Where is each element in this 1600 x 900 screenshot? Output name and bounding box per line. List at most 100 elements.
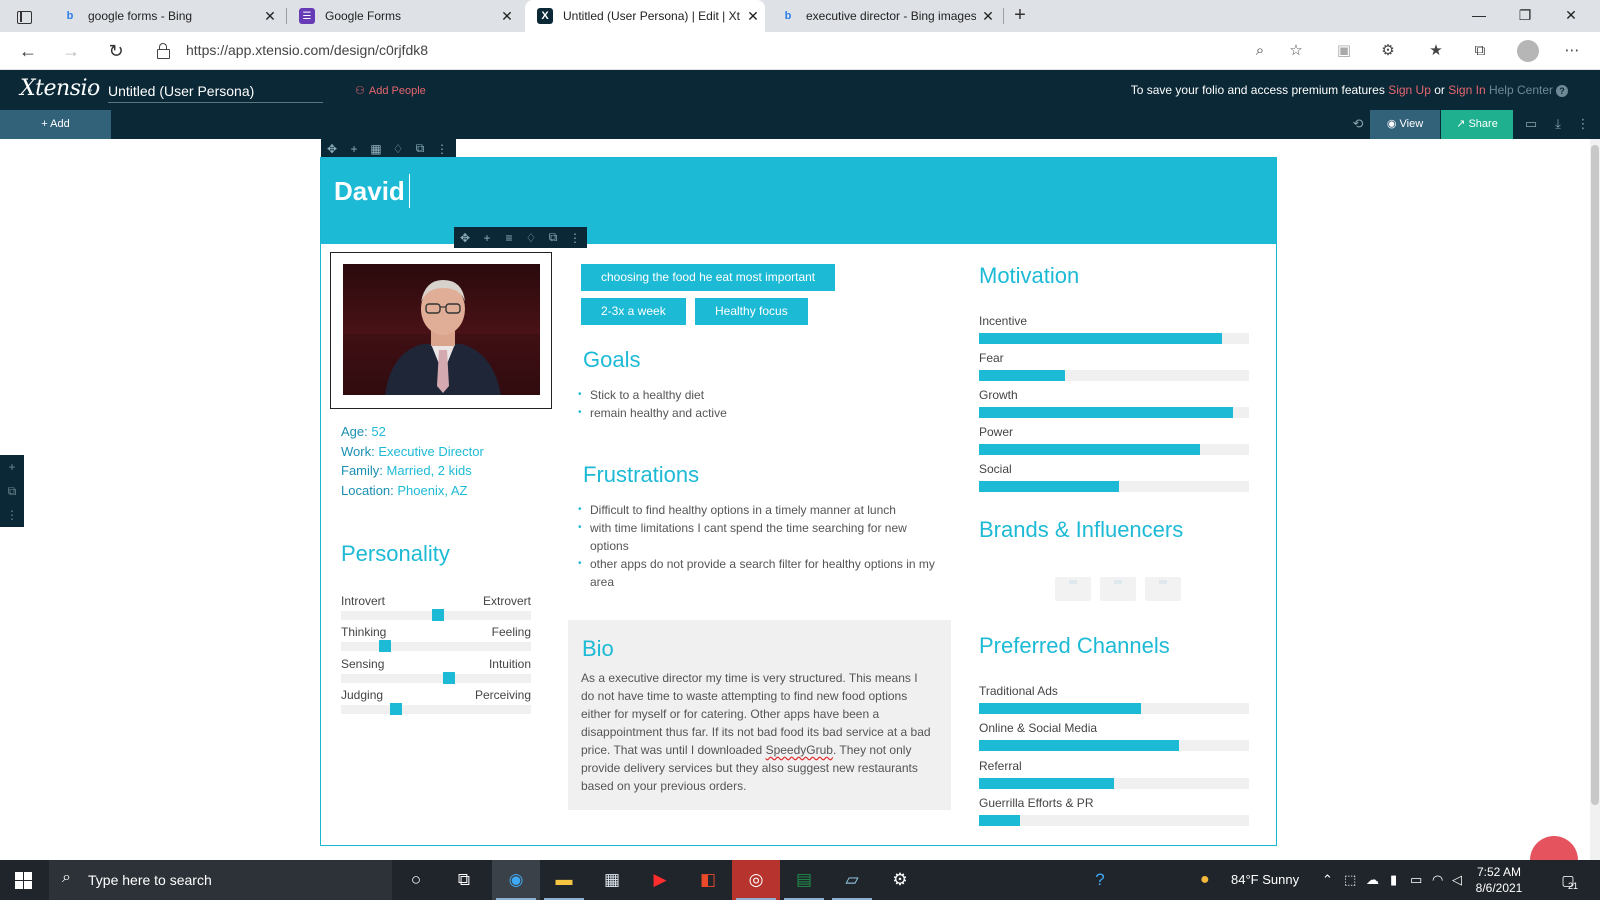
duplicate-icon[interactable]: ⧉ xyxy=(0,479,24,503)
collections-icon[interactable]: ⧉ xyxy=(1468,40,1492,62)
channels-title[interactable]: Preferred Channels xyxy=(979,633,1170,659)
onedrive-icon[interactable]: ☁ xyxy=(1366,860,1379,900)
browser-tab[interactable]: ☰ Google Forms ✕ xyxy=(287,0,519,32)
add-icon[interactable]: + xyxy=(476,231,498,245)
slider-knob[interactable] xyxy=(443,672,455,684)
extension-icon[interactable]: ▣ xyxy=(1332,40,1356,62)
forward-icon[interactable]: → xyxy=(57,38,85,66)
slider-knob[interactable] xyxy=(432,609,444,621)
persona-tag[interactable]: Healthy focus xyxy=(695,298,808,325)
help-center-link[interactable]: Help Center xyxy=(1489,83,1553,97)
weather-sun-icon[interactable]: ● xyxy=(1200,860,1210,900)
color-drop-icon[interactable]: ♢ xyxy=(387,142,409,156)
info-row[interactable]: Age: 52 xyxy=(341,422,484,442)
more-vertical-icon[interactable]: ⋮ xyxy=(564,231,586,245)
share-button[interactable]: ↗ Share xyxy=(1441,110,1513,139)
goals-list[interactable]: Stick to a healthy diet remain healthy a… xyxy=(577,386,937,422)
cortana-icon[interactable]: ○ xyxy=(392,860,440,900)
wifi-icon[interactable]: ◠ xyxy=(1432,860,1443,900)
minimize-icon[interactable]: — xyxy=(1456,0,1502,32)
windows-start-icon[interactable] xyxy=(15,872,32,889)
view-button[interactable]: ◉ View xyxy=(1370,110,1440,139)
align-icon[interactable]: ≡ xyxy=(498,231,520,245)
add-icon[interactable]: + xyxy=(0,455,24,479)
settings-icon[interactable]: ⚙ xyxy=(876,860,924,900)
present-icon[interactable]: ▭ xyxy=(1520,114,1542,134)
add-button[interactable]: + Add xyxy=(0,110,111,139)
persona-tag[interactable]: choosing the food he eat most important xyxy=(581,264,836,291)
notifications-icon[interactable]: ▢ 21 xyxy=(1556,868,1580,892)
favorites-icon[interactable]: ★ xyxy=(1424,40,1448,62)
browser-tab[interactable]: b executive director - Bing images ✕ xyxy=(768,0,1000,32)
tray-chevron-up-icon[interactable]: ⌃ xyxy=(1322,860,1333,900)
close-tab-icon[interactable]: ✕ xyxy=(258,8,282,25)
sign-up-link[interactable]: Sign Up xyxy=(1388,83,1431,97)
back-icon[interactable]: ← xyxy=(14,38,42,66)
doc-title-input[interactable]: Untitled (User Persona) xyxy=(108,83,323,103)
file-explorer-icon[interactable]: ▬ xyxy=(540,860,588,900)
info-row[interactable]: Family: Married, 2 kids xyxy=(341,461,484,481)
url-field[interactable]: https://app.xtensio.com/design/c0rjfdk8 xyxy=(186,42,428,58)
lock-icon[interactable] xyxy=(157,43,170,59)
more-vertical-icon[interactable]: ⋮ xyxy=(431,142,453,156)
info-row[interactable]: Location: Phoenix, AZ xyxy=(341,481,484,501)
favorite-add-icon[interactable]: ☆ xyxy=(1284,40,1308,62)
duplicate-icon[interactable]: ⧉ xyxy=(542,230,564,245)
brand-logo-placeholder[interactable] xyxy=(1145,577,1181,601)
move-icon[interactable]: ✥ xyxy=(321,142,343,156)
help-icon[interactable]: ? xyxy=(1556,85,1568,97)
close-tab-icon[interactable]: ✕ xyxy=(976,8,1000,25)
scrollbar-thumb[interactable] xyxy=(1591,145,1599,805)
bio-section[interactable]: Bio As a executive director my time is v… xyxy=(568,620,951,810)
persona-name[interactable]: David xyxy=(334,176,405,207)
taskbar-search[interactable]: ⌕ Type here to search xyxy=(49,860,392,900)
youtube-icon[interactable]: ▶ xyxy=(636,860,684,900)
persona-photo[interactable] xyxy=(343,264,540,395)
photo-frame[interactable] xyxy=(330,252,552,409)
download-icon[interactable]: ⤓ xyxy=(1547,114,1569,134)
close-tab-icon[interactable]: ✕ xyxy=(741,8,765,25)
brands-title[interactable]: Brands & Influencers xyxy=(979,517,1183,543)
frustrations-title[interactable]: Frustrations xyxy=(583,462,699,488)
task-view-icon[interactable]: ⧉ xyxy=(440,860,488,900)
sign-in-link[interactable]: Sign In xyxy=(1448,83,1485,97)
bio-title[interactable]: Bio xyxy=(582,636,614,662)
close-window-icon[interactable]: ✕ xyxy=(1548,0,1594,32)
weather-text[interactable]: 84°F Sunny xyxy=(1231,860,1299,900)
chrome-app-icon[interactable]: ◎ xyxy=(732,860,780,900)
refresh-icon[interactable]: ↻ xyxy=(102,38,130,66)
frustrations-list[interactable]: Difficult to find healthy options in a t… xyxy=(577,501,937,591)
store-icon[interactable]: ▦ xyxy=(588,860,636,900)
zoom-icon[interactable]: ⌕ xyxy=(1248,40,1272,62)
bio-text[interactable]: As a executive director my time is very … xyxy=(581,669,931,795)
personality-title[interactable]: Personality xyxy=(341,541,450,567)
move-icon[interactable]: ✥ xyxy=(454,231,476,245)
edge-icon[interactable]: ◉ xyxy=(492,860,540,900)
slider-knob[interactable] xyxy=(379,640,391,652)
browser-tab[interactable]: b google forms - Bing ✕ xyxy=(50,0,282,32)
grid-icon[interactable]: ▦ xyxy=(365,142,387,156)
info-row[interactable]: Work: Executive Director xyxy=(341,442,484,462)
slider-knob[interactable] xyxy=(390,703,402,715)
taskbar-clock[interactable]: 7:52 AM 8/6/2021 xyxy=(1468,864,1530,896)
tab-actions-icon[interactable] xyxy=(10,6,38,28)
profile-avatar[interactable] xyxy=(1517,40,1539,62)
more-vertical-icon[interactable]: ⋮ xyxy=(0,503,24,527)
microphone-icon[interactable]: ▮ xyxy=(1390,860,1397,900)
extensions-puzzle-icon[interactable]: ⚙ xyxy=(1376,40,1400,62)
new-tab-icon[interactable]: + xyxy=(1008,4,1032,28)
meet-now-icon[interactable]: ⬚ xyxy=(1344,860,1356,900)
brand-logo-placeholder[interactable] xyxy=(1055,577,1091,601)
history-icon[interactable]: ⟲ xyxy=(1347,114,1369,134)
volume-icon[interactable]: ◁ xyxy=(1452,860,1462,900)
browser-tab-active[interactable]: X Untitled (User Persona) | Edit | Xt ✕ xyxy=(525,0,765,32)
more-vertical-icon[interactable]: ⋮ xyxy=(1572,114,1594,134)
add-icon[interactable]: + xyxy=(343,142,365,156)
color-drop-icon[interactable]: ♢ xyxy=(520,231,542,245)
help-app-icon[interactable]: ? xyxy=(1076,860,1124,900)
brand-logo-placeholder[interactable] xyxy=(1100,577,1136,601)
motivation-title[interactable]: Motivation xyxy=(979,263,1079,289)
goals-title[interactable]: Goals xyxy=(583,347,640,373)
close-tab-icon[interactable]: ✕ xyxy=(495,8,519,25)
persona-tag[interactable]: 2-3x a week xyxy=(581,298,686,325)
